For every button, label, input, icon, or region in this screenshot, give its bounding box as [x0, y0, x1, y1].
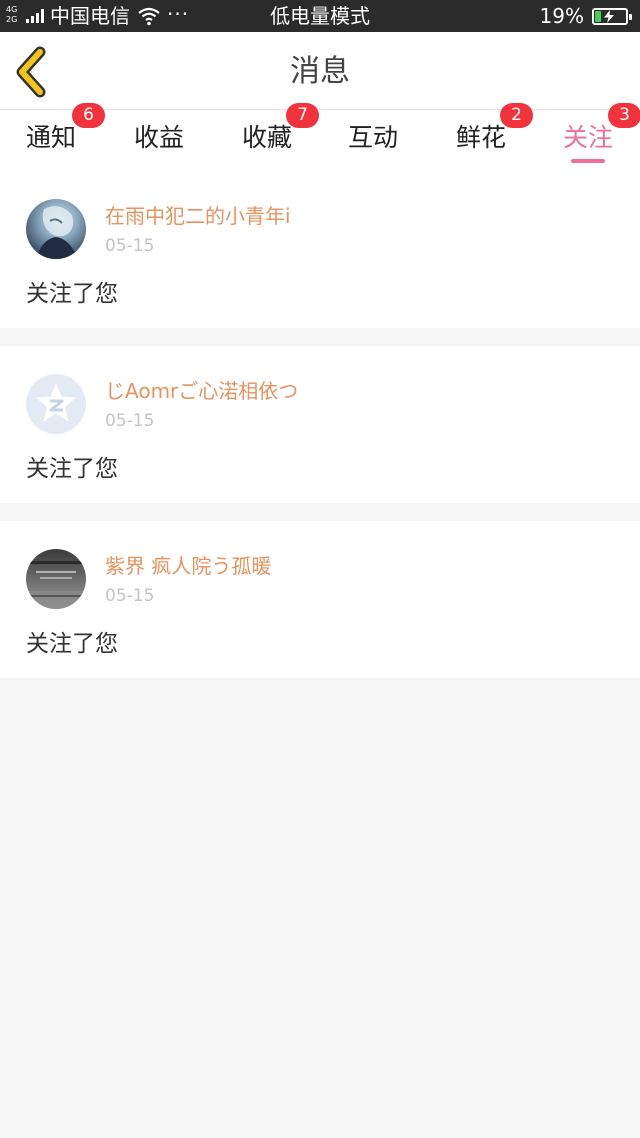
tab-interactions[interactable]: 互动: [323, 111, 423, 171]
unread-badge: 7: [286, 103, 319, 128]
tab-flowers[interactable]: 鲜花 2: [431, 103, 533, 171]
tab-label: 互动: [347, 123, 398, 152]
unread-badge: 6: [72, 103, 105, 128]
follower-name[interactable]: じAomrご心渃相依つ: [105, 378, 298, 404]
list-item[interactable]: じAomrご心渃相依つ 05-15 关注了您: [0, 346, 640, 503]
tab-follows[interactable]: 关注 3: [538, 103, 640, 171]
qzone-star-icon: [26, 374, 86, 434]
follower-name[interactable]: 在雨中犯二的小青年i: [105, 203, 291, 229]
message-text: 关注了您: [26, 281, 118, 307]
message-tabs: 通知 6 收益 收藏 7 互动 鲜花 2 关注 3: [0, 103, 640, 171]
avatar[interactable]: [26, 199, 86, 259]
active-tab-indicator: [571, 159, 605, 163]
unread-badge: 3: [608, 103, 640, 128]
tab-earnings[interactable]: 收益: [109, 111, 209, 171]
battery-icon: [592, 8, 632, 25]
battery-percent: 19%: [539, 4, 584, 28]
status-bar: 4G 2G 中国电信 ··· 低电量模式 19%: [0, 0, 640, 32]
message-text: 关注了您: [26, 456, 118, 482]
dark-photo-avatar-image: [26, 549, 86, 609]
message-date: 05-15: [105, 411, 155, 431]
tab-favorites[interactable]: 收藏 7: [217, 103, 319, 171]
avatar[interactable]: [26, 549, 86, 609]
unread-badge: 2: [500, 103, 533, 128]
nav-header: 消息: [0, 32, 640, 110]
battery-level-fill: [595, 11, 601, 22]
tab-label: 收益: [133, 123, 184, 152]
avatar[interactable]: [26, 374, 86, 434]
follow-message-list: 在雨中犯二的小青年i 05-15 关注了您 じAomrご心渃相依つ 05-15 …: [0, 171, 640, 696]
follower-name[interactable]: 紫界 疯人院う孤暖: [105, 553, 271, 579]
anime-avatar-image: [26, 199, 86, 259]
tab-notifications[interactable]: 通知 6: [1, 103, 105, 171]
charging-bolt-icon: [604, 10, 614, 23]
message-text: 关注了您: [26, 631, 118, 657]
list-item[interactable]: 紫界 疯人院う孤暖 05-15 关注了您: [0, 521, 640, 678]
message-date: 05-15: [105, 236, 155, 256]
message-date: 05-15: [105, 586, 155, 606]
page-title: 消息: [290, 54, 350, 89]
list-item[interactable]: 在雨中犯二的小青年i 05-15 关注了您: [0, 171, 640, 328]
